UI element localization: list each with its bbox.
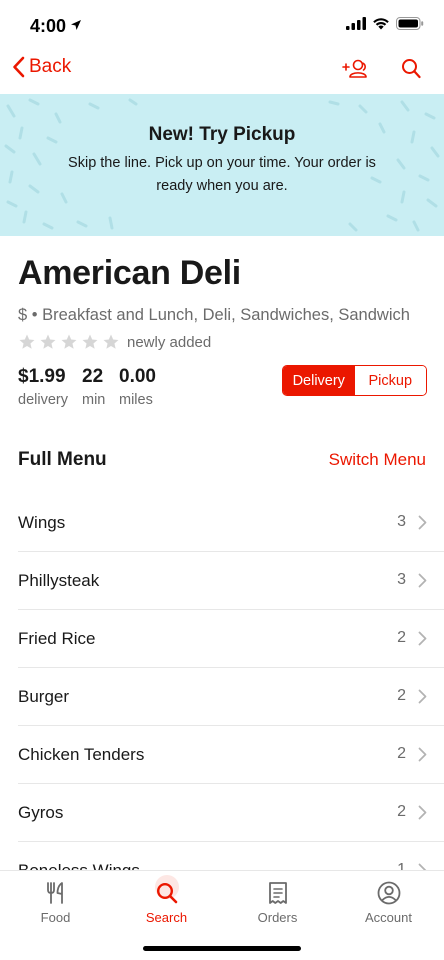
star-icon [19, 334, 35, 349]
home-indicator[interactable] [143, 946, 301, 951]
pickup-promo-banner[interactable]: New! Try Pickup Skip the line. Pick up o… [0, 94, 444, 236]
category-name: Wings [18, 513, 66, 532]
stat-value: $1.99 [18, 366, 66, 387]
back-label: Back [29, 56, 72, 77]
wifi-icon [373, 18, 389, 30]
delivery-time-stat: 22 min [82, 366, 105, 408]
delivery-fee-stat: $1.99 delivery [18, 366, 68, 408]
status-time: 4:00 [30, 16, 67, 36]
store-tags: $ • Breakfast and Lunch, Deli, Sandwiche… [18, 306, 410, 324]
tab-label: Account [365, 910, 412, 925]
receipt-icon [268, 882, 287, 904]
chevron-right-icon [418, 805, 427, 820]
switch-menu-button[interactable]: Switch Menu [329, 450, 426, 470]
menu-category-row[interactable]: Wings 3 [0, 494, 444, 552]
back-button[interactable]: Back [12, 56, 71, 78]
tab-account[interactable]: Account [333, 879, 444, 925]
delivery-pickup-toggle: Delivery Pickup [282, 365, 427, 396]
chevron-left-icon [13, 56, 25, 78]
star-icon [82, 334, 98, 349]
category-count: 3 [397, 571, 406, 588]
chevron-right-icon [418, 515, 427, 530]
tab-orders[interactable]: Orders [222, 879, 333, 925]
stat-value: 22 [82, 366, 104, 387]
delivery-option[interactable]: Delivery [283, 366, 355, 395]
tab-label: Orders [257, 910, 298, 925]
account-icon [377, 881, 400, 905]
menu-category-row[interactable]: Burger 2 [0, 668, 444, 726]
menu-category-row[interactable]: Gyros 2 [0, 784, 444, 842]
rating-row: newly added [18, 333, 211, 351]
battery-icon [396, 17, 424, 30]
category-count: 2 [397, 629, 406, 646]
category-count: 2 [397, 803, 406, 820]
store-name: American Deli [18, 254, 241, 292]
status-indicators [346, 17, 424, 30]
stat-label: delivery [18, 392, 68, 408]
chevron-right-icon [418, 573, 427, 588]
tab-search[interactable]: Search [111, 875, 222, 925]
pickup-option[interactable]: Pickup [354, 366, 426, 395]
category-count: 2 [397, 745, 406, 762]
category-name: Phillysteak [18, 571, 100, 590]
stat-label: miles [119, 392, 153, 408]
menu-category-list: Wings 3 Phillysteak 3 Fried Rice 2 Burge… [0, 494, 444, 900]
star-icon [61, 334, 77, 349]
tab-label: Food [40, 910, 71, 925]
location-arrow-icon [71, 20, 81, 30]
menu-category-row[interactable]: Chicken Tenders 2 [0, 726, 444, 784]
star-icon [103, 334, 119, 349]
chevron-right-icon [418, 631, 427, 646]
rating-text: newly added [127, 333, 212, 351]
promo-title: New! Try Pickup [148, 124, 296, 145]
chevron-right-icon [418, 689, 427, 704]
category-count: 2 [397, 687, 406, 704]
category-count: 3 [397, 513, 406, 530]
stat-label: min [82, 392, 106, 408]
menu-category-row[interactable]: Fried Rice 2 [0, 610, 444, 668]
search-icon[interactable] [401, 58, 421, 80]
category-name: Chicken Tenders [18, 745, 145, 764]
chevron-right-icon [418, 747, 427, 762]
tab-label: Search [145, 910, 188, 925]
menu-category-row[interactable]: Phillysteak 3 [0, 552, 444, 610]
nav-bar: Back [0, 50, 444, 94]
status-bar: 4:00 [0, 0, 444, 50]
star-icon [40, 334, 56, 349]
category-name: Fried Rice [18, 629, 96, 648]
fork-knife-icon [46, 882, 63, 904]
search-icon [156, 882, 177, 904]
menu-header: Full Menu Switch Menu [18, 449, 426, 471]
stat-value: 0.00 [119, 366, 156, 387]
category-name: Burger [18, 687, 70, 706]
distance-stat: 0.00 miles [119, 366, 156, 408]
signal-icon [346, 17, 366, 30]
tab-food[interactable]: Food [0, 879, 111, 925]
category-name: Gyros [18, 803, 64, 822]
promo-text: Skip the line. Pick up on your time. You… [68, 155, 376, 194]
bottom-tab-bar: Food Search Orders Account [0, 870, 444, 960]
add-person-icon[interactable] [342, 58, 370, 82]
